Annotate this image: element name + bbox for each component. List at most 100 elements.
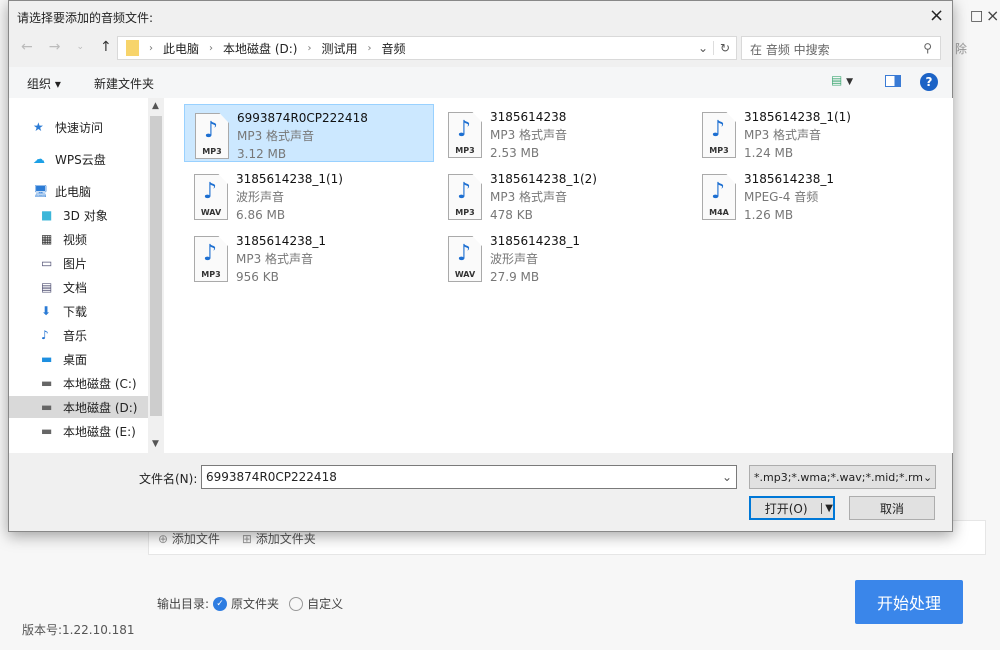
organize-menu[interactable]: 组织 ▾ — [27, 75, 61, 92]
scroll-up-icon[interactable]: ▲ — [152, 101, 159, 111]
nav-item[interactable]: ▬本地磁盘 (C:) — [9, 372, 148, 394]
file-type-select[interactable]: *.mp3;*.wma;*.wav;*.mid;*.rm⌄ — [749, 465, 936, 489]
view-options-icon[interactable]: ▤ ▼ — [831, 73, 853, 87]
nav-item-label: WPS云盘 — [55, 151, 106, 168]
new-folder-button[interactable]: 新建文件夹 — [94, 75, 154, 92]
output-label: 输出目录: — [157, 595, 209, 612]
nav-item-label: 本地磁盘 (C:) — [63, 375, 137, 392]
audio-file-icon: ♪WAV — [448, 236, 482, 282]
nav-item[interactable]: ▦视频 — [9, 228, 148, 250]
download-icon: ⬇ — [41, 304, 57, 318]
address-bar[interactable]: ›此电脑 ›本地磁盘 (D:) ›测试用 ›音频 ⌄ ↻ — [117, 36, 737, 60]
file-type: MP3 格式声音 — [236, 250, 326, 268]
start-processing-button[interactable]: 开始处理 — [855, 580, 963, 624]
file-item[interactable]: ♪MP3 3185614238_1(1)MP3 格式声音1.24 MB — [692, 104, 942, 162]
file-open-dialog: 请选择要添加的音频文件: × ← → ⌄ ↑ ›此电脑 ›本地磁盘 (D:) ›测试用… — [8, 0, 953, 532]
audio-file-icon: ♪MP3 — [194, 236, 228, 282]
chevron-down-icon: ⌄ — [923, 471, 932, 484]
drive-icon: ▬ — [41, 400, 57, 414]
nav-item[interactable]: ■3D 对象 — [9, 204, 148, 226]
file-name: 3185614238_1 — [744, 170, 834, 188]
dialog-close-icon[interactable]: × — [929, 5, 944, 26]
file-type: MP3 格式声音 — [744, 126, 851, 144]
file-ext: MP3 — [449, 146, 481, 155]
nav-item-label: 文档 — [63, 279, 87, 296]
breadcrumb-item[interactable]: 本地磁盘 (D:) — [223, 40, 297, 57]
help-icon[interactable]: ? — [920, 73, 938, 91]
nav-item-label: 桌面 — [63, 351, 87, 368]
add-file-label: 添加文件 — [172, 532, 220, 546]
file-item[interactable]: ♪MP3 3185614238_1(2)MP3 格式声音478 KB — [438, 166, 688, 224]
bg-partial-label: 除 — [955, 40, 967, 57]
recent-dropdown-icon[interactable]: ⌄ — [76, 42, 84, 55]
document-icon: ▤ — [41, 280, 57, 294]
search-icon: ⚲ — [923, 41, 932, 55]
nav-item[interactable]: ▤ 文档 — [9, 276, 148, 298]
add-folder-button[interactable]: ⊞ 添加文件夹 — [242, 530, 316, 547]
filename-input[interactable]: 6993874R0CP222418⌄ — [201, 465, 737, 489]
nav-item-label: 音乐 — [63, 327, 87, 344]
nav-item[interactable]: ▬本地磁盘 (E:) — [9, 420, 148, 442]
address-dropdown-icon[interactable]: ⌄ — [698, 41, 708, 55]
filename-dropdown-icon[interactable]: ⌄ — [722, 470, 732, 484]
nav-item-label: 本地磁盘 (E:) — [63, 423, 136, 440]
open-dropdown-icon[interactable]: ▼ — [821, 503, 833, 514]
forward-icon[interactable]: → — [49, 39, 61, 55]
nav-item[interactable]: ★快速访问 — [9, 116, 148, 138]
nav-item[interactable]: ▭图片 — [9, 252, 148, 274]
file-item[interactable]: ♪MP3 3185614238_1MP3 格式声音956 KB — [184, 228, 434, 286]
file-name: 3185614238_1(2) — [490, 170, 597, 188]
nav-item[interactable]: ▬桌面 — [9, 348, 148, 370]
refresh-icon[interactable]: ↻ — [713, 41, 730, 55]
file-type: MP3 格式声音 — [490, 126, 567, 144]
file-item[interactable]: ♪WAV 3185614238_1波形声音27.9 MB — [438, 228, 688, 286]
file-size: 1.26 MB — [744, 206, 834, 224]
plus-square-icon: ⊞ — [242, 532, 252, 546]
nav-scrollbar-thumb[interactable] — [150, 116, 162, 416]
radio-custom[interactable] — [289, 597, 303, 611]
maximize-icon[interactable]: □ — [970, 8, 983, 24]
audio-file-icon: ♪MP3 — [195, 113, 229, 159]
up-icon[interactable]: ↑ — [100, 39, 112, 55]
open-button[interactable]: 打开(O)▼ — [749, 496, 835, 520]
nav-item-label: 3D 对象 — [63, 207, 108, 224]
nav-item[interactable]: ▬本地磁盘 (D:) — [9, 396, 148, 418]
nav-item[interactable]: ⬇ 下载 — [9, 300, 148, 322]
file-item[interactable]: ♪WAV 3185614238_1(1)波形声音6.86 MB — [184, 166, 434, 224]
breadcrumb-item[interactable]: 此电脑 — [163, 40, 199, 57]
cancel-button[interactable]: 取消 — [849, 496, 935, 520]
file-size: 1.24 MB — [744, 144, 851, 162]
file-name: 3185614238_1(1) — [236, 170, 343, 188]
radio-original-folder[interactable]: ✓ — [213, 597, 227, 611]
file-item[interactable]: ♪MP3 6993874R0CP222418MP3 格式声音3.12 MB — [184, 104, 434, 162]
file-item[interactable]: ♪M4A 3185614238_1MPEG-4 音频1.26 MB — [692, 166, 942, 224]
nav-item[interactable]: ☁ WPS云盘 — [9, 148, 148, 170]
picture-icon: ▭ — [41, 256, 57, 270]
file-size: 2.53 MB — [490, 144, 567, 162]
file-type: 波形声音 — [490, 250, 580, 268]
nav-item[interactable]: ♪音乐 — [9, 324, 148, 346]
close-app-icon[interactable]: × — [986, 6, 999, 25]
file-ext: MP3 — [196, 147, 228, 156]
option-custom: 自定义 — [307, 595, 343, 612]
preview-pane-icon[interactable] — [885, 75, 901, 87]
file-ext: WAV — [449, 270, 481, 279]
file-ext: WAV — [195, 208, 227, 217]
add-file-button[interactable]: ⊕ 添加文件 — [158, 530, 220, 547]
file-type-value: *.mp3;*.wma;*.wav;*.mid;*.rm — [754, 471, 923, 484]
audio-file-icon: ♪MP3 — [448, 112, 482, 158]
breadcrumb-item[interactable]: 音频 — [382, 40, 406, 57]
nav-item[interactable]: 🖥此电脑 — [9, 180, 148, 202]
search-input[interactable]: 在 音频 中搜索⚲ — [741, 36, 941, 60]
breadcrumb-item[interactable]: 测试用 — [321, 40, 357, 57]
nav-item-label: 下载 — [63, 303, 87, 320]
folder-icon — [126, 40, 139, 56]
file-type: MP3 格式声音 — [490, 188, 597, 206]
back-icon[interactable]: ← — [21, 39, 33, 55]
file-item[interactable]: ♪MP3 3185614238MP3 格式声音2.53 MB — [438, 104, 688, 162]
scroll-down-icon[interactable]: ▼ — [152, 439, 159, 449]
cloud-icon: ☁ — [33, 152, 49, 166]
dialog-title: 请选择要添加的音频文件: — [17, 9, 153, 26]
file-ext: MP3 — [449, 208, 481, 217]
file-type: 波形声音 — [236, 188, 343, 206]
